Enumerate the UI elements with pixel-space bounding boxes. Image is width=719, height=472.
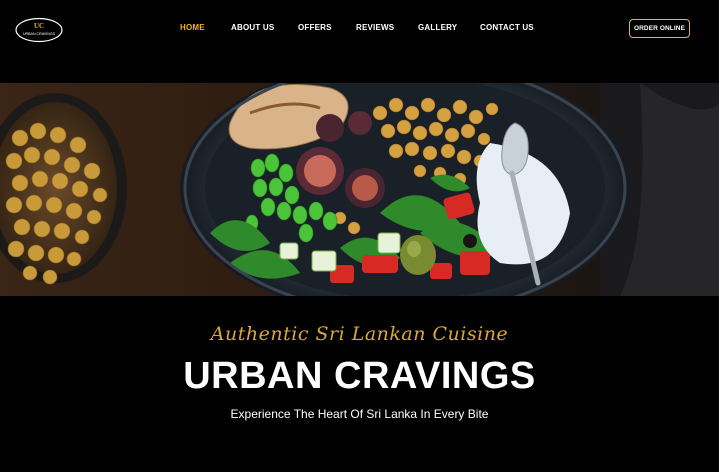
nav-reviews[interactable]: REVIEWS bbox=[356, 23, 394, 32]
nav-home[interactable]: HOME bbox=[180, 23, 205, 32]
logo-initials: UC bbox=[34, 22, 44, 30]
brand-logo[interactable]: UC URBAN CRAVINGS bbox=[15, 17, 63, 43]
nav-about-us[interactable]: ABOUT US bbox=[231, 23, 274, 32]
hero-title: URBAN CRAVINGS bbox=[183, 355, 536, 397]
hero-subtitle: Experience The Heart Of Sri Lanka In Eve… bbox=[230, 407, 489, 421]
order-online-button[interactable]: ORDER ONLINE bbox=[629, 19, 690, 38]
logo-text: URBAN CRAVINGS bbox=[23, 32, 56, 36]
nav-contact-us[interactable]: CONTACT US bbox=[480, 23, 534, 32]
hero-tagline: Authentic Sri Lankan Cuisine bbox=[210, 323, 509, 345]
hero-food-image bbox=[0, 83, 719, 296]
top-navbar: UC URBAN CRAVINGS HOME ABOUT US OFFERS R… bbox=[0, 0, 719, 60]
nav-gallery[interactable]: GALLERY bbox=[418, 23, 457, 32]
nav-offers[interactable]: OFFERS bbox=[298, 23, 332, 32]
